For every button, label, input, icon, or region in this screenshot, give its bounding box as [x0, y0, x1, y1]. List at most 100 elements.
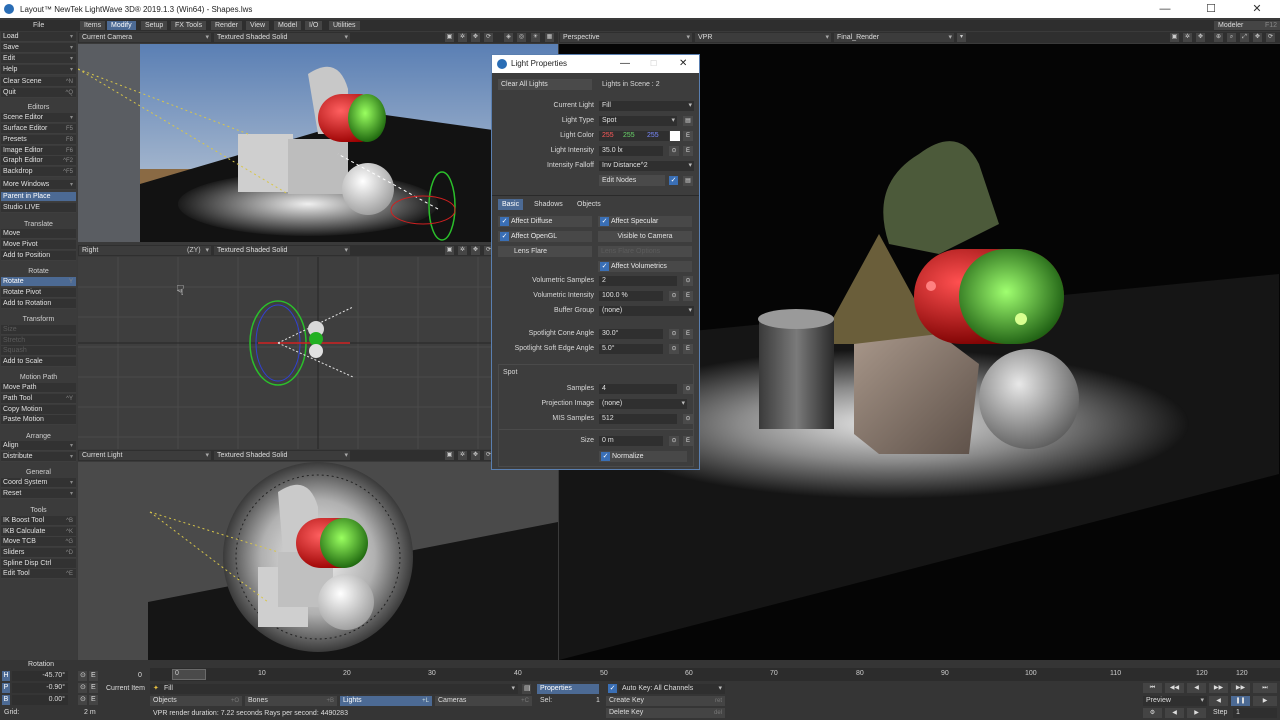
sliders-button[interactable]: Sliders ^D — [1, 548, 76, 558]
scene-editor-button[interactable]: Scene Editor ▾ — [1, 113, 76, 123]
h-value-input[interactable]: -45.70° — [12, 671, 68, 681]
pause-icon[interactable]: ❚❚ — [1231, 696, 1250, 706]
viewport-ml-shading-select[interactable]: Textured Shaded Solid ▾ — [214, 246, 350, 255]
samples-link-icon[interactable]: ⊙ — [683, 384, 693, 394]
viewport-bl-shading-select[interactable]: Textured Shaded Solid ▾ — [214, 451, 350, 460]
lock-icon[interactable]: ▣ — [445, 33, 454, 42]
samples-input[interactable]: 4 — [599, 384, 677, 394]
copy-motion-button[interactable]: Copy Motion — [1, 405, 76, 415]
clear-scene-button[interactable]: Clear Scene ^N — [1, 77, 76, 87]
fit-icon[interactable]: ⤢ — [1240, 33, 1249, 42]
bones-button[interactable]: Bones +B — [245, 696, 337, 706]
vol-intensity-link-icon[interactable]: ⊙ — [669, 291, 679, 301]
delete-key-button[interactable]: Delete Key del — [606, 708, 725, 718]
lights-button[interactable]: Lights +L — [340, 696, 432, 706]
normalize-toggle[interactable]: ✓ Normalize — [599, 451, 687, 462]
viewport-r-camera-select[interactable]: Final_Render ▾ — [834, 33, 954, 42]
prev-key-icon[interactable]: ◀◀ — [1165, 683, 1184, 693]
move-path-button[interactable]: Move Path — [1, 383, 76, 393]
coord-system-menu[interactable]: Coord System ▾ — [1, 478, 76, 488]
close-icon[interactable]: ✕ — [1234, 0, 1280, 18]
tab-render[interactable]: Render — [211, 21, 242, 30]
gear-icon[interactable]: ✲ — [458, 246, 467, 255]
load-menu[interactable]: Load ▾ — [1, 32, 76, 42]
tab-items[interactable]: Items — [80, 21, 106, 30]
dialog-maximize-icon[interactable]: ☐ — [650, 55, 657, 73]
viewport-bl-view-select[interactable]: Current Light ▾ — [79, 451, 211, 460]
tab-utilities[interactable]: Utilities — [329, 21, 360, 30]
volumetric-intensity-input[interactable]: 100.0 % — [599, 291, 663, 301]
paste-motion-button[interactable]: Paste Motion — [1, 415, 76, 425]
maximize-icon[interactable]: ☐ — [1188, 0, 1234, 18]
reset-menu[interactable]: Reset ▾ — [1, 489, 76, 499]
volumetric-samples-input[interactable]: 2 — [599, 276, 677, 286]
viewport-r-mode-select[interactable]: VPR ▾ — [695, 33, 831, 42]
graph-editor-button[interactable]: Graph Editor ^F2 — [1, 156, 76, 166]
current-item-select[interactable]: ✦ Fill ▾ — [150, 684, 518, 694]
move-view-icon[interactable]: ✥ — [471, 246, 480, 255]
squash-button[interactable]: Squash — [1, 346, 76, 356]
settings-icon[interactable]: ⚙ — [1143, 708, 1162, 718]
item-list-icon[interactable]: ▤ — [522, 684, 531, 694]
edit-tool-button[interactable]: Edit Tool ^E — [1, 569, 76, 579]
next-key-icon[interactable]: ▶▶ — [1231, 683, 1250, 693]
camera-icon[interactable]: ◎ — [517, 33, 526, 42]
cone-angle-env-icon[interactable]: E — [683, 329, 693, 339]
viewport-tl-shading-select[interactable]: Textured Shaded Solid ▾ — [214, 33, 350, 42]
layout-icon[interactable]: ▦ — [545, 33, 554, 42]
edit-nodes-preset-icon[interactable]: ▤ — [683, 176, 693, 186]
buffer-group-select[interactable]: (none) ▾ — [599, 306, 694, 316]
b-link-icon[interactable]: ⊙ — [78, 695, 87, 705]
viewport-ml-view-select[interactable]: Right (ZY) ▾ — [79, 246, 211, 255]
parent-in-place-toggle[interactable]: Parent in Place — [1, 192, 76, 202]
backdrop-button[interactable]: Backdrop ^F5 — [1, 167, 76, 177]
add-to-scale-button[interactable]: Add to Scale — [1, 357, 76, 367]
soft-edge-env-icon[interactable]: E — [683, 344, 693, 354]
tab-model[interactable]: Model — [274, 21, 302, 30]
visible-to-camera-button[interactable]: Visible to Camera — [598, 231, 692, 242]
save-menu[interactable]: Save ▾ — [1, 43, 76, 53]
presets-button[interactable]: Presets F8 — [1, 135, 76, 145]
align-menu[interactable]: Align ▾ — [1, 441, 76, 451]
gear-icon[interactable]: ✲ — [1183, 33, 1192, 42]
move-tcb-button[interactable]: Move TCB ^G — [1, 537, 76, 547]
expand-icon[interactable]: ▾ — [957, 33, 966, 42]
size-input[interactable]: 0 m — [599, 436, 663, 446]
h-env-icon[interactable]: E — [89, 671, 98, 681]
go-to-start-icon[interactable]: ⏮ — [1143, 683, 1162, 693]
add-to-rotation-button[interactable]: Add to Rotation — [1, 299, 76, 309]
tab-setup[interactable]: Setup — [141, 21, 168, 30]
edit-menu[interactable]: Edit ▾ — [1, 54, 76, 64]
rotate-view-icon[interactable]: ⟳ — [484, 33, 493, 42]
intensity-link-icon[interactable]: ⊙ — [669, 146, 679, 156]
file-menu-label[interactable]: File — [33, 21, 44, 30]
viewport-tl-view-select[interactable]: Current Camera ▾ — [79, 33, 211, 42]
create-key-button[interactable]: Create Key ret — [606, 696, 725, 706]
projection-image-select[interactable]: (none) ▾ — [599, 399, 687, 409]
spline-disp-ctrl-button[interactable]: Spline Disp Ctrl — [1, 559, 76, 569]
play-icon[interactable]: ▶▶ — [1209, 683, 1228, 693]
rotate-view-icon[interactable]: ⟳ — [1266, 33, 1275, 42]
tab-shadows[interactable]: Shadows — [530, 199, 567, 210]
auto-key-select[interactable]: Auto Key: All Channels ▾ — [619, 684, 725, 694]
go-to-end-icon[interactable]: ⏭ — [1253, 683, 1277, 693]
objects-button[interactable]: Objects +O — [150, 696, 242, 706]
step-input[interactable]: 1 — [1233, 708, 1277, 718]
b-env-icon[interactable]: E — [89, 695, 98, 705]
light-intensity-input[interactable]: 35.0 lx — [599, 146, 663, 156]
intensity-env-icon[interactable]: E — [683, 146, 693, 156]
next-small-icon[interactable]: ▶ — [1187, 708, 1206, 718]
properties-button[interactable]: Properties — [537, 684, 599, 694]
stretch-button[interactable]: Stretch — [1, 336, 76, 346]
studio-live-button[interactable]: Studio LIVE — [1, 203, 76, 213]
affect-opengl-toggle[interactable]: ✓ Affect OpenGL — [498, 231, 592, 242]
move-view-icon[interactable]: ✥ — [471, 33, 480, 42]
affect-specular-toggle[interactable]: ✓ Affect Specular — [598, 216, 692, 227]
vol-intensity-env-icon[interactable]: E — [683, 291, 693, 301]
light-type-select[interactable]: Spot ▾ — [599, 116, 677, 126]
edit-nodes-button[interactable]: Edit Nodes — [599, 175, 665, 186]
lens-flare-button[interactable]: Lens Flare — [498, 246, 592, 257]
cameras-button[interactable]: Cameras +C — [435, 696, 532, 706]
soft-edge-angle-input[interactable]: 5.0° — [599, 344, 663, 354]
minimize-icon[interactable]: — — [1142, 0, 1188, 18]
